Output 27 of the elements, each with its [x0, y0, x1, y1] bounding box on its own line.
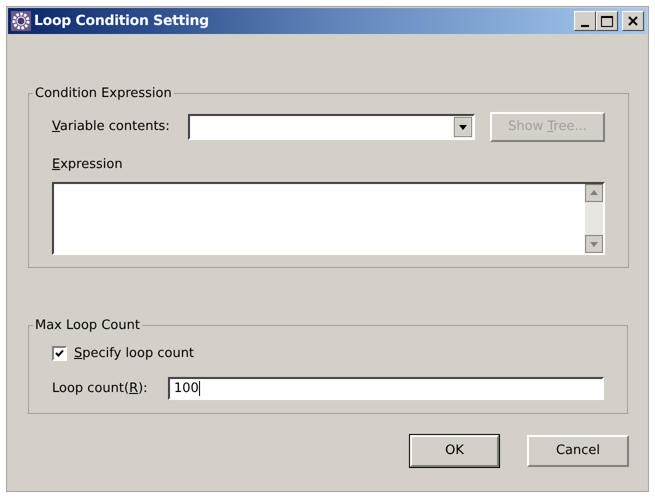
field-label: Loop count(R):: [52, 380, 149, 398]
checkbox[interactable]: [52, 346, 67, 361]
minimize-icon: [581, 25, 589, 27]
maximize-icon: [601, 16, 613, 26]
dialog-button[interactable]: OK: [410, 435, 499, 467]
dialog-button[interactable]: Cancel: [527, 435, 629, 467]
group-title: Max Loop Count: [34, 317, 141, 335]
loop-count-field[interactable]: 100: [168, 377, 604, 400]
text-cursor: [198, 381, 200, 396]
field-label: Variable contents:: [52, 118, 171, 136]
field-value: 100: [174, 380, 199, 398]
close-button[interactable]: [622, 11, 644, 31]
window-title: Loop Condition Setting: [34, 12, 209, 30]
scroll-up-icon[interactable]: [585, 184, 603, 202]
scrollbar[interactable]: [585, 184, 603, 253]
scroll-down-icon[interactable]: [585, 235, 603, 253]
field-label: Expression: [52, 156, 124, 174]
variable-dropdown[interactable]: [188, 114, 475, 140]
dropdown-arrow-icon[interactable]: [454, 116, 472, 136]
maximize-button[interactable]: [596, 11, 618, 31]
checkmark-icon: [55, 348, 64, 358]
close-icon: [628, 16, 638, 26]
expression-field[interactable]: [52, 182, 605, 255]
minimize-button[interactable]: [574, 11, 596, 31]
group-title: Condition Expression: [34, 85, 173, 103]
gear-icon: [11, 11, 31, 31]
checkbox-label[interactable]: Specify loop count: [74, 344, 194, 363]
